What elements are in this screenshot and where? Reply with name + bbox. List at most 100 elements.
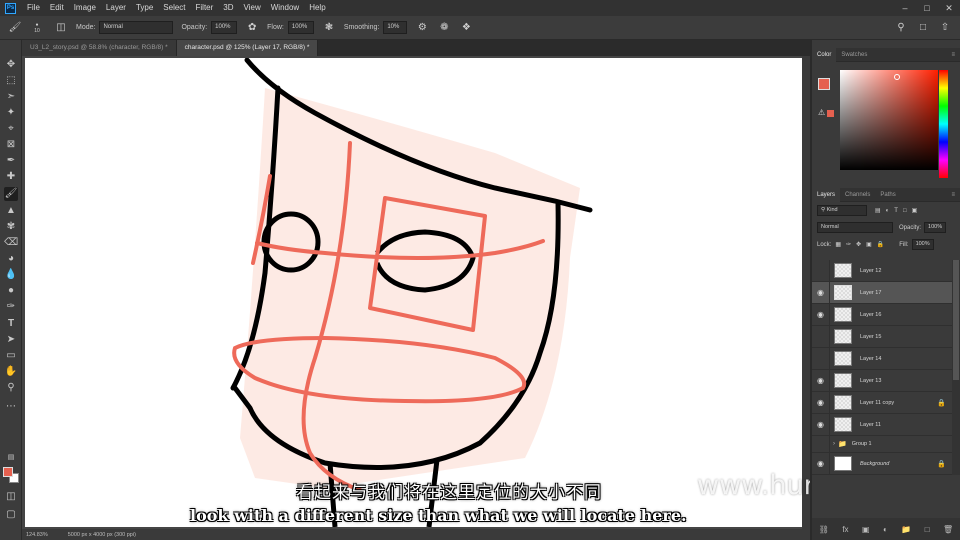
menu-filter[interactable]: Filter xyxy=(191,0,219,16)
share-icon[interactable]: ⇧ xyxy=(938,21,952,35)
close-icon[interactable]: ✕ xyxy=(938,0,960,16)
layer-row[interactable]: ◉ Layer 11 copy 🔒 xyxy=(812,391,952,414)
crop-tool-icon[interactable]: ⌖ xyxy=(4,122,18,136)
gamut-swatch[interactable] xyxy=(827,110,834,117)
tab-color[interactable]: Color xyxy=(812,47,837,62)
document-canvas[interactable] xyxy=(25,58,802,527)
stamp-tool-icon[interactable]: ▲ xyxy=(4,204,18,218)
layer-row[interactable]: Layer 15 xyxy=(812,325,952,348)
pressure-size-icon[interactable]: ❁ xyxy=(437,21,451,35)
zoom-level[interactable]: 124.83% xyxy=(26,532,48,538)
layer-row[interactable]: ◉ Background 🔒 xyxy=(812,452,952,475)
brush-settings-icon[interactable]: ◫ xyxy=(54,21,68,35)
layer-filter-select[interactable]: ⚲ Kind xyxy=(817,205,867,216)
eye-icon[interactable]: ◉ xyxy=(812,369,830,392)
menu-image[interactable]: Image xyxy=(69,0,101,16)
menu-type[interactable]: Type xyxy=(131,0,158,16)
visibility-toggle[interactable] xyxy=(812,347,830,370)
menu-edit[interactable]: Edit xyxy=(45,0,69,16)
quick-select-tool-icon[interactable]: ✦ xyxy=(4,106,18,120)
opacity-field[interactable]: 100% xyxy=(211,21,238,34)
path-select-icon[interactable]: ➤ xyxy=(4,333,18,347)
default-colors-icon[interactable]: ▤ xyxy=(4,450,18,464)
visibility-toggle[interactable] xyxy=(812,259,830,282)
panel-menu-icon[interactable]: ≡ xyxy=(946,48,960,62)
new-group-icon[interactable]: 📁 xyxy=(901,525,911,534)
layers-scrollbar[interactable] xyxy=(952,260,960,475)
eye-icon[interactable]: ◉ xyxy=(812,281,830,304)
hand-tool-icon[interactable]: ✋ xyxy=(4,365,18,379)
smoothing-field[interactable]: 10% xyxy=(383,21,408,34)
eyedropper-tool-icon[interactable]: ✒ xyxy=(4,154,18,168)
visibility-toggle[interactable] xyxy=(812,435,830,453)
type-tool-icon[interactable]: T xyxy=(4,317,18,331)
chevron-right-icon[interactable]: › xyxy=(833,441,835,447)
lasso-tool-icon[interactable]: ➣ xyxy=(4,90,18,104)
tab-swatches[interactable]: Swatches xyxy=(836,48,872,62)
mode-select[interactable]: Normal xyxy=(99,21,174,34)
layer-row[interactable]: Layer 14 xyxy=(812,347,952,370)
eraser-tool-icon[interactable]: ⌫ xyxy=(4,236,18,250)
flow-field[interactable]: 100% xyxy=(287,21,314,34)
paint-bucket-icon[interactable]: ◕ xyxy=(4,252,18,266)
eye-icon[interactable]: ◉ xyxy=(812,413,830,436)
delete-layer-icon[interactable]: 🗑 xyxy=(943,525,953,534)
add-mask-icon[interactable]: ▣ xyxy=(862,525,870,534)
dodge-tool-icon[interactable]: ● xyxy=(4,284,18,298)
menu-3d[interactable]: 3D xyxy=(218,0,238,16)
tab-paths[interactable]: Paths xyxy=(875,188,900,202)
filter-type-icons[interactable]: ▤◐T□▣ xyxy=(875,207,922,214)
saturation-value-field[interactable] xyxy=(840,70,938,170)
menu-file[interactable]: File xyxy=(22,0,45,16)
tab-layers[interactable]: Layers xyxy=(812,187,841,202)
link-layers-icon[interactable]: ⛓ xyxy=(819,525,829,534)
layer-row[interactable]: ◉ Layer 13 xyxy=(812,369,952,392)
healing-tool-icon[interactable]: ✚ xyxy=(4,170,18,184)
brush-tool-preset-icon[interactable]: 🖌 xyxy=(8,21,22,35)
layer-row[interactable]: ◉ Layer 16 xyxy=(812,303,952,326)
maximize-icon[interactable]: □ xyxy=(916,0,938,16)
minimize-icon[interactable]: – xyxy=(894,0,916,16)
color-panel-foreground-swatch[interactable] xyxy=(818,78,830,90)
quick-mask-icon[interactable]: ◫ xyxy=(4,490,18,504)
blend-mode-select[interactable]: Normal xyxy=(817,222,893,233)
layer-row[interactable]: ◉ Layer 17 xyxy=(812,281,952,304)
lock-options-icons[interactable]: ▦✑✥▣🔒 xyxy=(835,241,889,248)
tab-character-document[interactable]: character.psd @ 125% (Layer 17, RGB/8) * xyxy=(176,40,319,56)
brush-size-picker[interactable]: ● 10 xyxy=(28,21,46,35)
tab-channels[interactable]: Channels xyxy=(840,188,875,202)
tab-story-document[interactable]: U3_L2_story.psd @ 58.8% (character, RGB/… xyxy=(22,40,177,56)
layer-style-icon[interactable]: fx xyxy=(842,525,848,534)
more-tools-icon[interactable]: ⋯ xyxy=(4,400,18,414)
blur-tool-icon[interactable]: 💧 xyxy=(4,268,18,282)
marquee-tool-icon[interactable]: ⬚ xyxy=(4,74,18,88)
history-brush-icon[interactable]: ✾ xyxy=(4,220,18,234)
menu-select[interactable]: Select xyxy=(158,0,190,16)
zoom-tool-icon[interactable]: ⚲ xyxy=(4,381,18,395)
frame-tool-icon[interactable]: ⊠ xyxy=(4,138,18,152)
menu-help[interactable]: Help xyxy=(304,0,330,16)
pressure-opacity-icon[interactable]: ✿ xyxy=(245,21,259,35)
new-layer-icon[interactable]: □ xyxy=(925,525,930,534)
eye-icon[interactable]: ◉ xyxy=(812,452,830,475)
eye-icon[interactable]: ◉ xyxy=(812,391,830,414)
layer-opacity-field[interactable]: 100% xyxy=(924,222,947,233)
airbrush-icon[interactable]: ❃ xyxy=(322,21,336,35)
visibility-toggle[interactable] xyxy=(812,325,830,348)
rectangle-tool-icon[interactable]: ▭ xyxy=(4,349,18,363)
layers-menu-icon[interactable]: ≡ xyxy=(946,188,960,202)
menu-view[interactable]: View xyxy=(239,0,266,16)
canvas-vertical-scrollbar[interactable] xyxy=(802,56,810,529)
brush-tool-icon[interactable]: 🖌 xyxy=(4,187,18,201)
screen-mode-icon[interactable]: ▢ xyxy=(4,508,18,522)
eye-icon[interactable]: ◉ xyxy=(812,303,830,326)
layer-row[interactable]: ◉ Layer 11 xyxy=(812,413,952,436)
menu-window[interactable]: Window xyxy=(266,0,304,16)
menu-layer[interactable]: Layer xyxy=(101,0,131,16)
adjustment-layer-icon[interactable]: ◐ xyxy=(883,525,888,534)
symmetry-icon[interactable]: ❖ xyxy=(459,21,473,35)
layer-group-row[interactable]: › 📁 Group 1 xyxy=(812,435,952,453)
move-tool-icon[interactable]: ✥ xyxy=(4,58,18,72)
layer-row[interactable]: Layer 12 xyxy=(812,259,952,282)
hue-slider[interactable] xyxy=(939,70,948,178)
